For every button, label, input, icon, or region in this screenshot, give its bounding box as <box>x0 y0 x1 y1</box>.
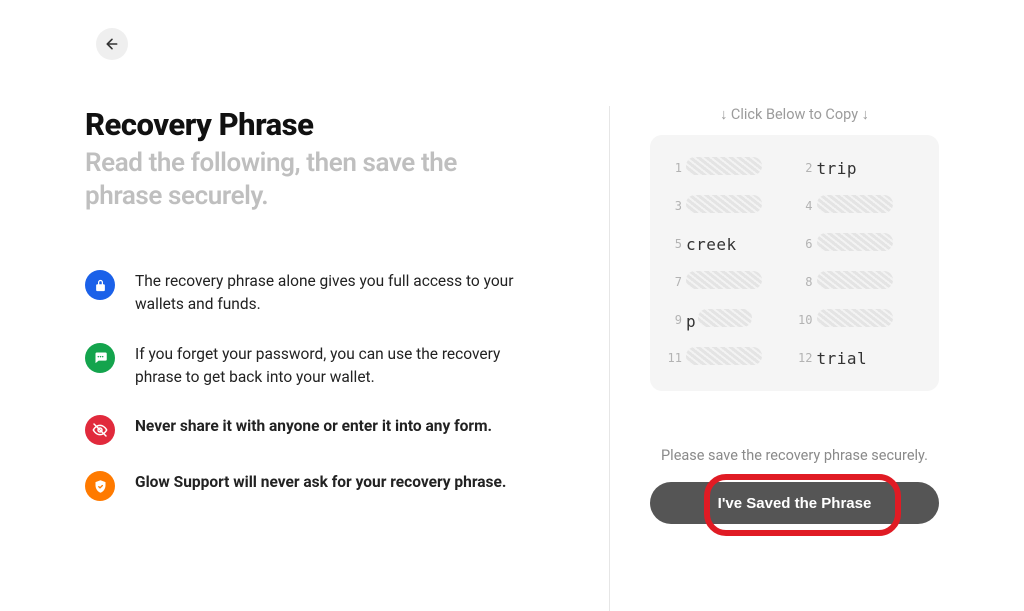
phrase-word-text <box>686 347 762 369</box>
redacted-word <box>817 309 893 327</box>
phrase-word: 3 <box>664 195 795 217</box>
save-hint: Please save the recovery phrase securely… <box>650 447 939 464</box>
phrase-number: 4 <box>795 199 813 213</box>
bullet-text: Never share it with anyone or enter it i… <box>135 415 492 438</box>
phrase-number: 12 <box>795 351 813 365</box>
phrase-number: 1 <box>664 161 682 175</box>
phrase-word: 12 trial <box>795 347 926 369</box>
phrase-number: 8 <box>795 275 813 289</box>
phrase-word: 1 <box>664 157 795 179</box>
phrase-word: 5 creek <box>664 233 795 255</box>
redacted-word <box>817 271 893 289</box>
phrase-word-text <box>686 271 762 293</box>
copy-hint: ↓ Click Below to Copy ↓ <box>650 106 939 123</box>
bullet-access: The recovery phrase alone gives you full… <box>85 270 569 317</box>
redacted-word <box>698 309 752 327</box>
redacted-word <box>817 195 893 213</box>
bullet-text: Glow Support will never ask for your rec… <box>135 471 506 494</box>
eye-off-icon <box>85 415 115 445</box>
phrase-number: 10 <box>795 313 813 327</box>
phrase-number: 7 <box>664 275 682 289</box>
redacted-word <box>686 271 762 289</box>
phrase-word-text <box>686 157 762 179</box>
page-subtitle: Read the following, then save the phrase… <box>85 147 505 212</box>
phrase-word: 8 <box>795 271 926 293</box>
redacted-word <box>817 233 893 251</box>
phrase-panel: ↓ Click Below to Copy ↓ 12trip345creek67… <box>609 106 939 611</box>
shield-icon <box>85 471 115 501</box>
page-title: Recovery Phrase <box>85 106 569 143</box>
bullet-text: The recovery phrase alone gives you full… <box>135 270 525 317</box>
phrase-word-text <box>817 195 893 217</box>
phrase-word-text <box>686 195 762 217</box>
redacted-word <box>686 157 762 175</box>
back-button[interactable] <box>96 28 128 60</box>
bullet-never-share: Never share it with anyone or enter it i… <box>85 415 569 445</box>
bullet-forget: If you forget your password, you can use… <box>85 343 569 390</box>
phrase-number: 5 <box>664 237 682 251</box>
phrase-word-text <box>817 309 893 331</box>
info-panel: Recovery Phrase Read the following, then… <box>85 106 609 611</box>
bullet-support: Glow Support will never ask for your rec… <box>85 471 569 501</box>
message-icon <box>85 343 115 373</box>
phrase-word: 7 <box>664 271 795 293</box>
phrase-number: 2 <box>795 161 813 175</box>
phrase-word-text: creek <box>686 235 737 254</box>
phrase-word-text: trip <box>817 159 858 178</box>
phrase-word-text <box>817 233 893 255</box>
saved-phrase-button[interactable]: I've Saved the Phrase <box>650 482 939 524</box>
phrase-word: 11 <box>664 347 795 369</box>
phrase-word: 2 trip <box>795 157 926 179</box>
recovery-phrase-box[interactable]: 12trip345creek6789101112trial <box>650 135 939 391</box>
phrase-word-text <box>817 271 893 293</box>
phrase-word-text <box>686 309 752 331</box>
redacted-word <box>686 195 762 213</box>
phrase-word: 6 <box>795 233 926 255</box>
phrase-number: 9 <box>664 313 682 327</box>
bullet-text: If you forget your password, you can use… <box>135 343 525 390</box>
phrase-word: 9 <box>664 309 795 331</box>
phrase-number: 6 <box>795 237 813 251</box>
lock-icon <box>85 270 115 300</box>
arrow-left-icon <box>104 36 120 52</box>
phrase-number: 3 <box>664 199 682 213</box>
bullet-list: The recovery phrase alone gives you full… <box>85 270 569 501</box>
phrase-word: 4 <box>795 195 926 217</box>
phrase-word: 10 <box>795 309 926 331</box>
redacted-word <box>686 347 762 365</box>
phrase-word-text: trial <box>817 349 868 368</box>
phrase-number: 11 <box>664 351 682 365</box>
